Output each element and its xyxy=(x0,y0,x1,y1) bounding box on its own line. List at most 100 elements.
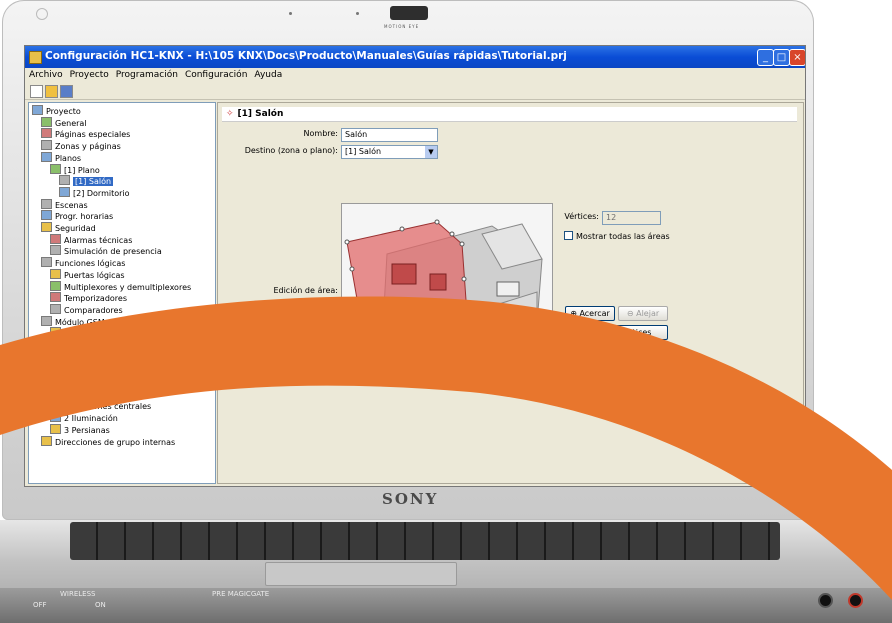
magicgate-label: PRE MAGICGATE xyxy=(212,590,270,598)
tree-item[interactable]: Multiplexores y demultiplexores xyxy=(50,280,192,292)
borrar-label: Borrar vértices xyxy=(591,346,652,355)
keyboard xyxy=(70,522,780,560)
chevron-down-icon[interactable]: ▼ xyxy=(425,146,437,158)
open-folder-icon[interactable] xyxy=(45,85,58,98)
mostrar-checkbox-row[interactable]: Mostrar todas las áreas xyxy=(564,231,670,241)
tree-item-label: Páginas especiales xyxy=(55,130,131,140)
anadir-vertices-button[interactable]: ✚ Añadir vértices xyxy=(565,325,668,340)
tree-node-icon xyxy=(41,222,52,232)
tree-item-label: Simulación de presencia xyxy=(64,247,162,257)
tree-item-label: Multiplexores y demultiplexores xyxy=(64,282,192,292)
borrar-vertices-button[interactable]: ▬ Borrar vértices xyxy=(565,343,668,358)
lid-logo-icon xyxy=(36,8,48,20)
acercar-label: Acercar xyxy=(579,309,610,318)
destino-select[interactable]: [1] Salón ▼ xyxy=(341,145,438,159)
nombre-input[interactable]: Salón xyxy=(341,128,438,142)
tree-item-label: [1] Salón xyxy=(73,177,114,187)
new-file-icon[interactable] xyxy=(30,85,43,98)
tree-item[interactable]: Acciones xyxy=(50,327,99,338)
tree-item[interactable]: Seguridad xyxy=(41,222,96,233)
tree-item[interactable]: Puertas lógicas xyxy=(50,268,125,280)
tree-item[interactable]: 1 Funciones centrales xyxy=(50,400,151,411)
tree-node-icon xyxy=(41,128,52,139)
mover-vertices-button[interactable]: ↖ Mover vértices xyxy=(565,361,668,376)
tree-item[interactable]: [2] Dormitorio xyxy=(59,186,130,198)
tree-item[interactable]: Proyecto xyxy=(32,105,81,116)
tree-item-label: Notificaciones xyxy=(64,341,121,350)
vertices-label: Vértices: xyxy=(564,212,599,221)
webcam-icon xyxy=(390,6,428,20)
tree-divider xyxy=(29,373,215,374)
tree-item[interactable]: Comparadores xyxy=(50,303,123,315)
tree-item[interactable]: 2 Iluminación xyxy=(50,412,118,423)
floor-plan-canvas[interactable] xyxy=(341,203,553,367)
menu-proyecto[interactable]: Proyecto xyxy=(66,68,112,80)
title-bar: Configuración HC1-KNX - H:\105 KNX\Docs\… xyxy=(25,46,805,68)
minus-icon: ▬ xyxy=(581,346,592,355)
laptop-lid: MOTION EYE Configuración HC1-KNX - H:\10… xyxy=(2,0,814,520)
tree-item-label: Planos xyxy=(55,153,82,163)
tree-node-icon xyxy=(59,175,70,186)
tree-node-icon xyxy=(50,292,61,303)
menu-archivo[interactable]: Archivo xyxy=(25,68,66,80)
minimize-button[interactable]: _ xyxy=(757,49,774,66)
tree-node-icon xyxy=(41,435,52,446)
tree-item-label: Temporizadores xyxy=(64,294,128,304)
mostrar-label: Mostrar todas las áreas xyxy=(576,232,670,241)
tree-item[interactable]: Temporizadores xyxy=(50,292,127,303)
tree-item[interactable]: Páginas especiales xyxy=(41,128,130,139)
tree-item[interactable]: Funciones lógicas xyxy=(41,257,125,268)
menu-configuracion[interactable]: Configuración xyxy=(181,68,250,80)
alejar-button[interactable]: ⊖ Alejar xyxy=(618,306,668,321)
tree-node-icon xyxy=(32,377,43,387)
menu-ayuda[interactable]: Ayuda xyxy=(250,68,285,80)
wireless-label: WIRELESS xyxy=(60,590,96,598)
tree-item[interactable]: Zonas y páginas xyxy=(41,140,121,151)
tree-item-label: Zonas y páginas xyxy=(55,142,121,152)
destino-value: [1] Salón xyxy=(345,147,382,156)
tree-item-label: General xyxy=(55,118,87,128)
tree-item[interactable]: Direcciones de grupo internas xyxy=(41,435,175,447)
tree-item-label: Progr. horarias xyxy=(55,212,114,222)
tree-item[interactable]: Escenas xyxy=(41,198,88,210)
tree-item-label: Acciones xyxy=(64,329,100,339)
tree-node-icon xyxy=(50,327,61,338)
tree-item-label: Comparadores xyxy=(64,305,123,315)
tree-item[interactable]: Planos xyxy=(41,151,82,163)
tree-item[interactable]: [1] Salón xyxy=(59,175,114,187)
close-button[interactable]: × xyxy=(789,49,805,66)
tree-node-icon xyxy=(41,140,52,151)
tree-item[interactable]: Notificaciones xyxy=(50,339,120,350)
tree-node-icon xyxy=(41,257,52,268)
maximize-button[interactable]: □ xyxy=(773,49,790,66)
tree-node-icon xyxy=(41,388,52,399)
tree-item[interactable]: Direcciones de grupo xyxy=(41,388,140,400)
mostrar-checkbox[interactable] xyxy=(564,231,573,240)
touchpad xyxy=(265,562,457,586)
destino-label: Destino (zona o plano): xyxy=(244,146,338,155)
tree-node-icon xyxy=(41,210,52,221)
tree-item[interactable]: 3 Persianas xyxy=(50,423,110,435)
tree-item[interactable]: Progr. horarias xyxy=(41,210,113,221)
tree-item[interactable]: Direcciones xyxy=(32,377,93,388)
tree-node-icon xyxy=(50,245,61,256)
menu-programacion[interactable]: Programación xyxy=(112,68,181,80)
tree-item[interactable]: Módulo GSM xyxy=(41,315,105,327)
camera-label: MOTION EYE xyxy=(384,24,420,29)
tree-item-label: Direcciones de grupo xyxy=(55,390,140,400)
menu-bar: Archivo Proyecto Programación Configuración… xyxy=(25,68,805,83)
save-icon[interactable] xyxy=(60,85,73,98)
tree-item[interactable]: Alarmas técnicas xyxy=(50,233,132,245)
brand-logo: SONY xyxy=(382,490,439,508)
acercar-button[interactable]: ⊕ Acercar xyxy=(565,306,615,321)
laptop-front-edge xyxy=(0,588,892,623)
move-cursor-icon: ↖ xyxy=(582,364,592,373)
tree-node-icon xyxy=(59,186,70,197)
tree-item-label: Módulo GSM xyxy=(55,317,105,327)
tree-item[interactable]: General xyxy=(41,116,87,128)
tree-item[interactable]: [1] Plano xyxy=(50,163,100,175)
headphone-jack-icon xyxy=(818,593,833,608)
mover-label: Mover vértices xyxy=(591,364,651,373)
floor-plan-drawing[interactable] xyxy=(342,204,552,366)
tree-item[interactable]: Simulación de presencia xyxy=(50,245,162,256)
